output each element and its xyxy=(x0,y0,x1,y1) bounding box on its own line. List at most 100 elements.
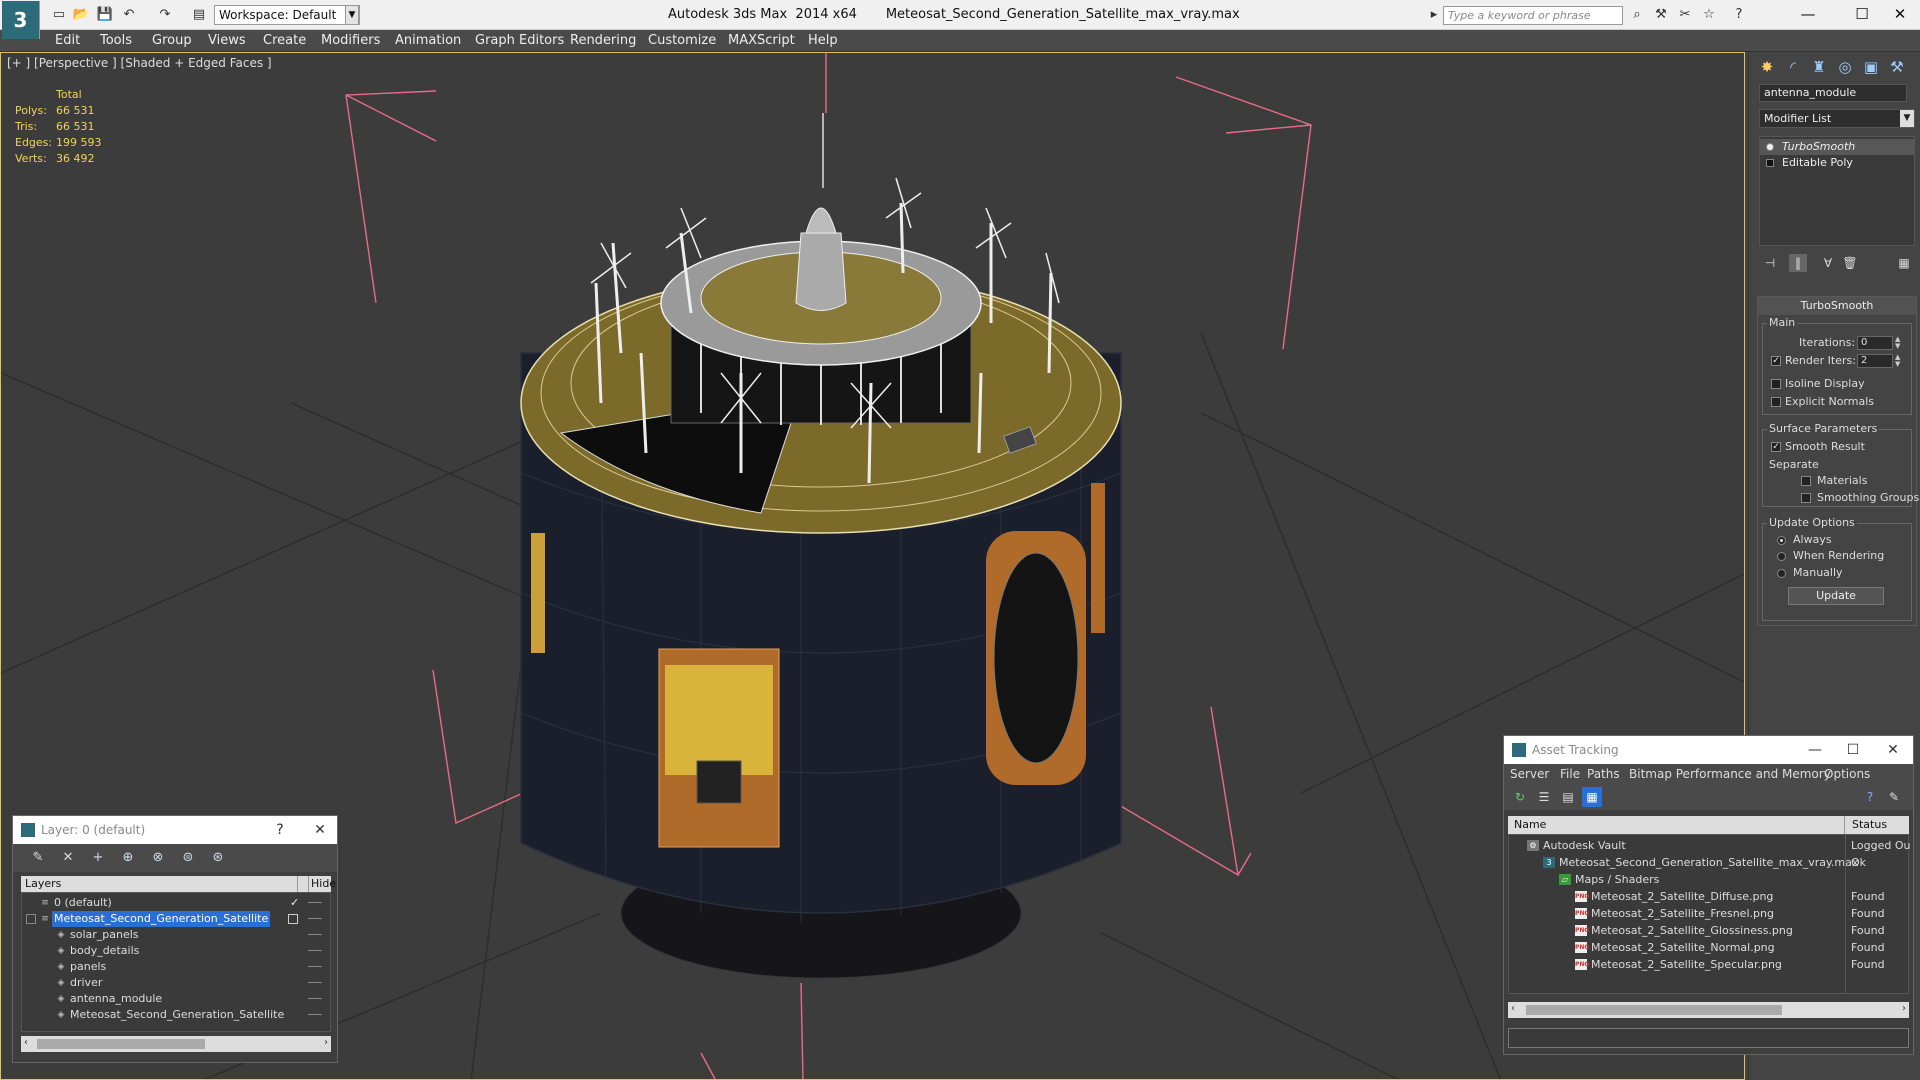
help-icon[interactable]: ? xyxy=(1730,6,1748,24)
layer-row[interactable]: ≡ Meteosat_Second_Generation_Satellite xyxy=(22,911,330,927)
horizontal-scrollbar[interactable]: ‹ › xyxy=(1508,1002,1909,1018)
asset-row[interactable]: ▱ Maps / Shaders xyxy=(1509,871,1908,888)
menu-file[interactable]: File xyxy=(1560,767,1580,781)
lightbulb-icon[interactable] xyxy=(1766,143,1774,151)
iterations-spinner[interactable]: 0 xyxy=(1857,336,1893,350)
hide-all-icon[interactable]: ⊜ xyxy=(177,848,199,868)
asset-row[interactable]: PNG Meteosat_2_Satellite_Glossiness.png … xyxy=(1509,922,1908,939)
viewport-label[interactable]: [+ ] [Perspective ] [Shaded + Edged Face… xyxy=(7,56,272,70)
col-layers[interactable]: Layers xyxy=(25,876,61,892)
update-button[interactable]: Update xyxy=(1788,587,1884,605)
chevron-right-icon[interactable]: › xyxy=(1902,1003,1906,1014)
freeze-all-icon[interactable]: ⊛ xyxy=(207,848,229,868)
manually-radio[interactable] xyxy=(1777,569,1786,578)
remove-modifier-icon[interactable]: 🗑 xyxy=(1841,254,1859,272)
help-icon[interactable]: ? xyxy=(1860,787,1880,807)
render-iters-checkbox[interactable]: ✓ xyxy=(1771,356,1781,366)
expand-icon[interactable] xyxy=(1766,159,1774,167)
stack-item-editable-poly[interactable]: Editable Poly xyxy=(1760,155,1914,171)
menu-views[interactable]: Views xyxy=(208,33,246,48)
menu-rendering[interactable]: Rendering xyxy=(570,33,636,48)
undo-icon[interactable]: ↶ xyxy=(120,6,138,24)
smoothing-groups-checkbox[interactable] xyxy=(1801,493,1811,503)
render-iters-spinner[interactable]: 2 xyxy=(1857,354,1893,368)
utilities-tab-icon[interactable]: ⚒ xyxy=(1885,56,1909,78)
chevron-down-icon[interactable]: ▼ xyxy=(345,5,359,25)
help-button[interactable]: ? xyxy=(263,816,297,844)
asset-path-field[interactable] xyxy=(1508,1028,1909,1048)
menu-options[interactable]: Options xyxy=(1824,767,1870,781)
close-button[interactable]: ✕ xyxy=(1876,736,1910,764)
hide-toggle[interactable] xyxy=(308,918,322,919)
explicit-normals-checkbox[interactable] xyxy=(1771,397,1781,407)
close-button[interactable]: ✕ xyxy=(1878,2,1920,26)
show-end-result-icon[interactable]: ‖ xyxy=(1789,254,1807,272)
scrollbar-thumb[interactable] xyxy=(1526,1005,1782,1015)
column-separator[interactable] xyxy=(308,876,309,892)
search-input[interactable]: Type a keyword or phrase xyxy=(1443,6,1623,25)
menu-help[interactable]: Help xyxy=(808,33,838,48)
search-expand-icon[interactable]: ▸ xyxy=(1425,6,1443,24)
select-objects-icon[interactable]: ⊕ xyxy=(117,848,139,868)
configure-sets-icon[interactable]: ▦ xyxy=(1895,254,1913,272)
hide-toggle[interactable] xyxy=(308,902,322,903)
workspace-dropdown[interactable]: Workspace: Default xyxy=(214,5,360,25)
menu-customize[interactable]: Customize xyxy=(648,33,716,48)
object-name-field[interactable]: antenna_module xyxy=(1759,84,1907,102)
layer-row[interactable]: ≡ 0 (default) ✓ xyxy=(22,895,330,911)
asset-row[interactable]: PNG Meteosat_2_Satellite_Fresnel.png Fou… xyxy=(1509,905,1908,922)
menu-animation[interactable]: Animation xyxy=(395,33,461,48)
asset-row[interactable]: PNG Meteosat_2_Satellite_Specular.png Fo… xyxy=(1509,956,1908,973)
subscription-icon[interactable]: ⚒ xyxy=(1652,6,1670,24)
smooth-result-checkbox[interactable]: ✓ xyxy=(1771,442,1781,452)
menu-create[interactable]: Create xyxy=(263,33,306,48)
create-tab-icon[interactable]: ✸ xyxy=(1755,56,1779,78)
always-radio[interactable] xyxy=(1777,536,1786,545)
hide-toggle[interactable] xyxy=(308,934,322,935)
scrollbar-thumb[interactable] xyxy=(37,1039,205,1049)
hide-toggle[interactable] xyxy=(308,998,322,999)
chevron-down-icon[interactable]: ▼ xyxy=(1900,110,1914,127)
chevron-left-icon[interactable]: ‹ xyxy=(1511,1003,1515,1014)
pin-stack-icon[interactable]: ⊣ xyxy=(1761,254,1779,272)
column-separator[interactable] xyxy=(1844,816,1845,834)
save-icon[interactable]: 💾 xyxy=(96,6,114,24)
communication-icon[interactable]: ✂ xyxy=(1676,6,1694,24)
menu-graph-editors[interactable]: Graph Editors xyxy=(475,33,564,48)
open-file-icon[interactable]: 📂 xyxy=(72,6,90,24)
table-view-icon[interactable]: ▤ xyxy=(1558,787,1578,807)
redo-icon[interactable]: ↷ xyxy=(156,6,174,24)
layer-row[interactable]: ◈ driver xyxy=(22,975,330,991)
display-tab-icon[interactable]: ▣ xyxy=(1859,56,1883,78)
menu-edit[interactable]: Edit xyxy=(55,33,80,48)
spinner-arrows-icon[interactable]: ▲ ▼ xyxy=(1895,336,1903,350)
highlight-layer-icon[interactable]: ⊗ xyxy=(147,848,169,868)
materials-checkbox[interactable] xyxy=(1801,476,1811,486)
horizontal-scrollbar[interactable]: ‹ › xyxy=(21,1036,331,1052)
hide-toggle[interactable] xyxy=(308,950,322,951)
menu-bitmap-performance[interactable]: Bitmap Performance and Memory xyxy=(1629,767,1831,781)
app-logo-icon[interactable]: 3 xyxy=(2,1,40,39)
hide-toggle[interactable] xyxy=(308,1014,322,1015)
asset-row[interactable]: PNG Meteosat_2_Satellite_Normal.png Foun… xyxy=(1509,939,1908,956)
layer-row[interactable]: ◈ solar_panels xyxy=(22,927,330,943)
asset-row[interactable]: ⚙ Autodesk Vault Logged Ou xyxy=(1509,837,1911,854)
layer-row[interactable]: ◈ body_details xyxy=(22,943,330,959)
asset-row[interactable]: 3 Meteosat_Second_Generation_Satellite_m… xyxy=(1509,854,1908,871)
hide-toggle[interactable] xyxy=(308,982,322,983)
menu-group[interactable]: Group xyxy=(152,33,192,48)
expand-icon[interactable] xyxy=(26,914,36,924)
grid-view-icon[interactable]: ▦ xyxy=(1582,787,1602,807)
binoculars-icon[interactable]: ⌕ xyxy=(1628,6,1646,24)
minimize-button[interactable]: — xyxy=(1786,2,1830,26)
favorites-star-icon[interactable]: ☆ xyxy=(1700,6,1718,24)
close-button[interactable]: ✕ xyxy=(303,816,337,844)
hide-toggle[interactable] xyxy=(308,966,322,967)
add-to-layer-icon[interactable]: + xyxy=(87,848,109,868)
list-view-icon[interactable]: ☰ xyxy=(1534,787,1554,807)
minimize-button[interactable]: — xyxy=(1798,736,1832,764)
layer-row[interactable]: ◈ panels xyxy=(22,959,330,975)
col-name[interactable]: Name xyxy=(1514,816,1546,834)
hierarchy-tab-icon[interactable]: ♜ xyxy=(1807,56,1831,78)
active-layer-check-icon[interactable]: ✓ xyxy=(290,895,299,911)
